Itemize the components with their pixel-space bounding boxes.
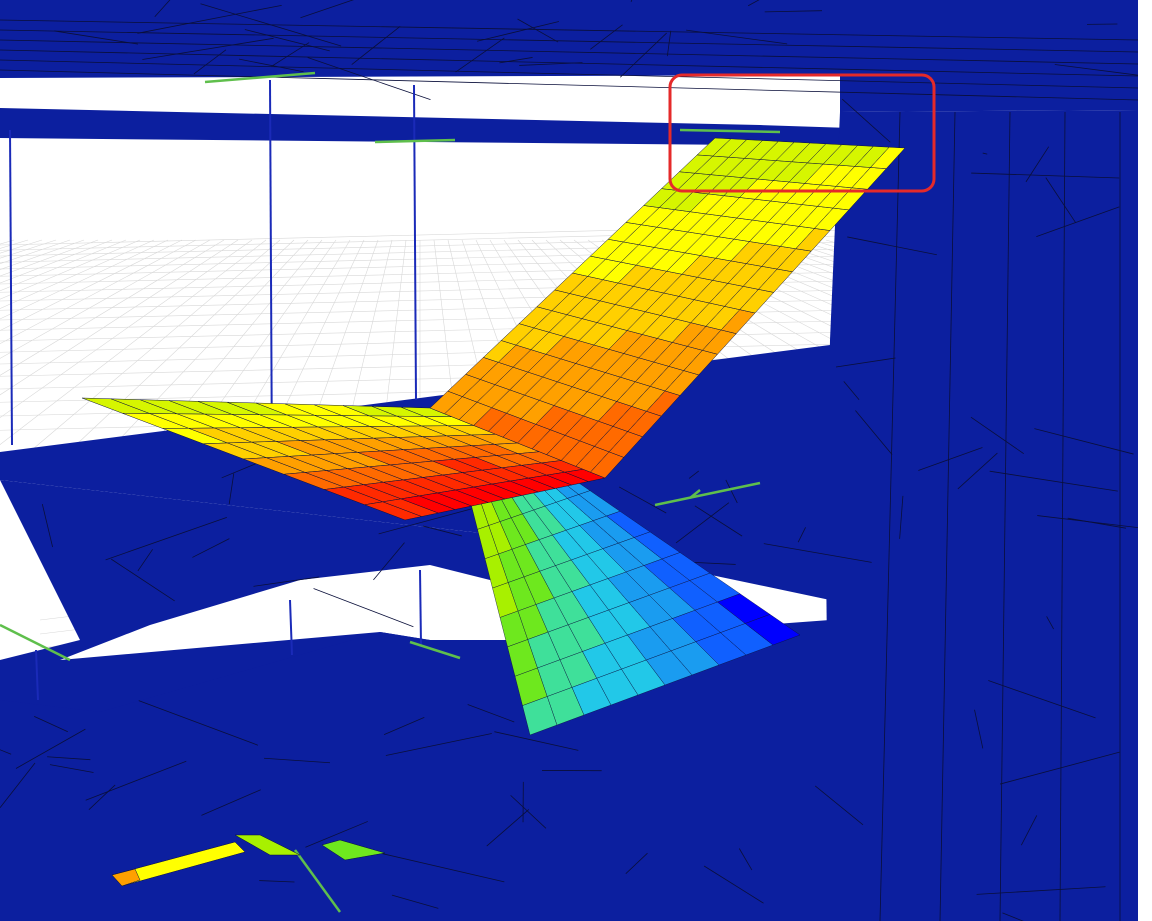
column-5 (419, 569, 422, 646)
right-wall[interactable] (826, 110, 1138, 921)
3d-model-viewport[interactable] (0, 0, 1138, 921)
right-margin (1138, 0, 1152, 921)
